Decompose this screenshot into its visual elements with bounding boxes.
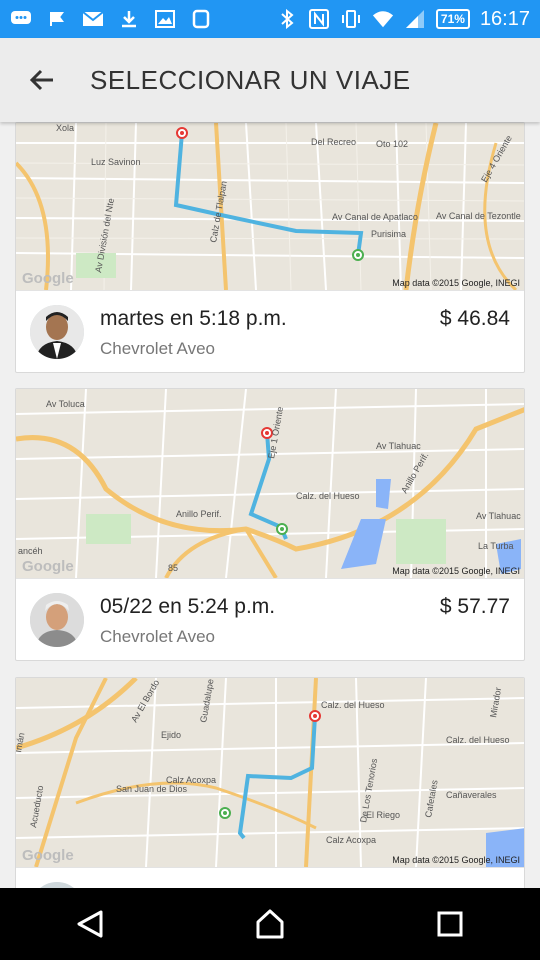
app-bar: SELECCIONAR UN VIAJE bbox=[0, 38, 540, 122]
notification-icons bbox=[10, 9, 212, 29]
recents-icon bbox=[437, 911, 463, 937]
vibrate-icon bbox=[340, 9, 362, 29]
download-icon bbox=[118, 9, 140, 29]
svg-text:San Juan de Dios: San Juan de Dios bbox=[116, 784, 188, 794]
svg-text:Del Recreo: Del Recreo bbox=[311, 137, 356, 147]
svg-text:Calz. del Hueso: Calz. del Hueso bbox=[446, 735, 510, 745]
trip-info: 05/22 en 5:24 p.m. Chevrolet Aveo $ 57.7… bbox=[16, 578, 524, 660]
trip-vehicle: Chevrolet Aveo bbox=[100, 339, 215, 358]
signal-icon bbox=[404, 9, 426, 29]
wifi-icon bbox=[372, 9, 394, 29]
navigation-bar bbox=[0, 888, 540, 960]
map-attribution: Map data ©2015 Google, INEGI bbox=[392, 855, 520, 865]
trip-map: Xola Del Recreo Oto 102 Luz Savinon Av C… bbox=[16, 123, 524, 290]
chat-icon bbox=[10, 9, 32, 29]
google-logo: Google bbox=[22, 558, 74, 575]
trip-vehicle: Chevrolet Aveo bbox=[100, 627, 215, 646]
trip-card[interactable]: Av Toluca Av Tlahuac Av Tlahuac Calz. de… bbox=[15, 388, 525, 661]
map-attribution: Map data ©2015 Google, INEGI bbox=[392, 278, 520, 288]
svg-text:Av Tlahuac: Av Tlahuac bbox=[476, 511, 521, 521]
trip-card[interactable]: Calz. del Hueso Calz. del Hueso Av El Bo… bbox=[15, 677, 525, 888]
svg-text:Calz. del Hueso: Calz. del Hueso bbox=[296, 491, 360, 501]
status-bar: 71% 16:17 bbox=[0, 0, 540, 38]
image-icon bbox=[154, 9, 176, 29]
svg-text:Av Canal de Tezontle: Av Canal de Tezontle bbox=[436, 211, 521, 221]
page-title: SELECCIONAR UN VIAJE bbox=[90, 64, 411, 95]
nav-home-button[interactable] bbox=[230, 894, 310, 954]
driver-avatar bbox=[30, 593, 84, 647]
svg-text:La Turba: La Turba bbox=[478, 541, 514, 551]
back-triangle-icon bbox=[77, 910, 103, 938]
trip-info: martes en 5:18 p.m. Chevrolet Aveo $ 46.… bbox=[16, 290, 524, 372]
svg-text:Calz. del Hueso: Calz. del Hueso bbox=[321, 700, 385, 710]
trip-date: martes en 5:18 p.m. bbox=[100, 307, 287, 330]
back-button[interactable] bbox=[0, 38, 84, 122]
svg-text:Calz Acoxpa: Calz Acoxpa bbox=[326, 835, 376, 845]
google-logo: Google bbox=[22, 270, 74, 287]
svg-text:Anillo Perif.: Anillo Perif. bbox=[176, 509, 222, 519]
trip-map: Calz. del Hueso Calz. del Hueso Av El Bo… bbox=[16, 678, 524, 867]
system-icons: 71% 16:17 bbox=[276, 8, 530, 31]
arrow-back-icon bbox=[29, 69, 53, 91]
flag-icon bbox=[46, 9, 68, 29]
svg-text:Luz Savinon: Luz Savinon bbox=[91, 157, 141, 167]
map-attribution: Map data ©2015 Google, INEGI bbox=[392, 566, 520, 576]
trip-price: $ 46.84 bbox=[439, 307, 510, 330]
svg-text:Xola: Xola bbox=[56, 123, 74, 133]
svg-text:Cañaverales: Cañaverales bbox=[446, 790, 497, 800]
phone-icon bbox=[190, 9, 212, 29]
svg-text:85: 85 bbox=[168, 563, 178, 573]
mail-icon bbox=[82, 9, 104, 29]
trip-list[interactable]: Xola Del Recreo Oto 102 Luz Savinon Av C… bbox=[0, 122, 540, 888]
nav-back-button[interactable] bbox=[50, 894, 130, 954]
svg-text:El Riego: El Riego bbox=[366, 810, 400, 820]
svg-text:Ejido: Ejido bbox=[161, 730, 181, 740]
svg-text:Purisima: Purisima bbox=[371, 229, 406, 239]
trip-info bbox=[16, 867, 524, 888]
svg-text:ancéh: ancéh bbox=[18, 546, 43, 556]
battery-indicator: 71% bbox=[435, 9, 470, 29]
nav-recents-button[interactable] bbox=[410, 894, 490, 954]
trip-map: Av Toluca Av Tlahuac Av Tlahuac Calz. de… bbox=[16, 389, 524, 578]
google-logo: Google bbox=[22, 847, 74, 864]
svg-text:Av Canal de Apatlaco: Av Canal de Apatlaco bbox=[332, 212, 418, 222]
home-icon bbox=[256, 909, 284, 939]
svg-text:Av Tlahuac: Av Tlahuac bbox=[376, 441, 421, 451]
driver-avatar bbox=[30, 305, 84, 359]
trip-price: $ 57.77 bbox=[439, 595, 510, 618]
svg-text:Av Toluca: Av Toluca bbox=[46, 399, 85, 409]
trip-date: 05/22 en 5:24 p.m. bbox=[100, 595, 276, 618]
svg-text:Oto 102: Oto 102 bbox=[376, 139, 408, 149]
trip-card[interactable]: Xola Del Recreo Oto 102 Luz Savinon Av C… bbox=[15, 122, 525, 373]
nfc-icon bbox=[308, 9, 330, 29]
clock: 16:17 bbox=[479, 7, 530, 30]
bluetooth-icon bbox=[276, 9, 298, 29]
